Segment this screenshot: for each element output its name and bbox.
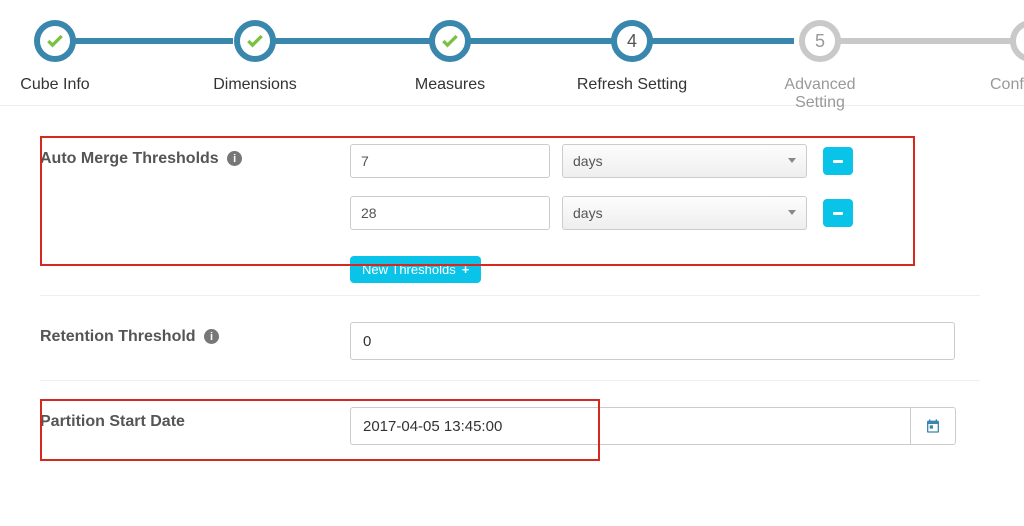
calendar-button[interactable]: [910, 407, 956, 445]
threshold-value-input[interactable]: [350, 144, 550, 178]
label-text: Retention Threshold: [40, 328, 196, 345]
section-retention: Retention Threshold i: [40, 314, 1024, 368]
new-thresholds-button[interactable]: New Thresholds +: [350, 256, 481, 283]
info-icon[interactable]: i: [204, 329, 219, 344]
retention-input[interactable]: [350, 322, 955, 360]
auto-merge-body: days days: [350, 144, 1024, 248]
threshold-row: days: [350, 144, 1024, 178]
partition-date-row: [350, 407, 1024, 445]
section-partition: Partition Start Date: [40, 399, 1024, 465]
step-label: Refresh Setting: [572, 76, 692, 94]
step-number: [1010, 20, 1024, 62]
minus-icon: [833, 160, 843, 163]
step-number: 4: [611, 20, 653, 62]
info-icon[interactable]: i: [227, 151, 242, 166]
partition-date-input[interactable]: [350, 407, 910, 445]
check-icon: [34, 20, 76, 62]
plus-icon: +: [462, 262, 470, 277]
threshold-unit-select[interactable]: days: [562, 144, 807, 178]
step-cube-info[interactable]: Cube Info: [0, 20, 115, 94]
step-label: Configuration: [990, 76, 1024, 94]
form-content: Auto Merge Thresholds i days days: [0, 136, 1024, 465]
step-label: Dimensions: [195, 76, 315, 94]
calendar-icon: [925, 418, 941, 434]
divider: [40, 295, 980, 296]
check-icon: [429, 20, 471, 62]
section-auto-merge: Auto Merge Thresholds i days days: [40, 136, 1024, 256]
step-label: Measures: [390, 76, 510, 94]
check-icon: [234, 20, 276, 62]
button-label: New Thresholds: [362, 262, 456, 277]
divider: [40, 380, 980, 381]
threshold-row: days: [350, 196, 1024, 230]
step-measures[interactable]: Measures: [390, 20, 510, 94]
step-number: 5: [799, 20, 841, 62]
select-value: days: [573, 153, 603, 169]
step-advanced-setting[interactable]: 5 Advanced Setting: [760, 20, 880, 112]
threshold-unit-select[interactable]: days: [562, 196, 807, 230]
label-text: Auto Merge Thresholds: [40, 150, 219, 167]
auto-merge-label: Auto Merge Thresholds i: [40, 144, 350, 168]
step-dimensions[interactable]: Dimensions: [195, 20, 315, 94]
select-value: days: [573, 205, 603, 221]
partition-label: Partition Start Date: [40, 407, 350, 431]
wizard-stepper: Cube Info Dimensions Measures 4 Refresh …: [0, 0, 1024, 105]
step-label: Advanced Setting: [760, 76, 880, 112]
remove-threshold-button[interactable]: [823, 199, 853, 227]
step-refresh-setting[interactable]: 4 Refresh Setting: [572, 20, 692, 94]
retention-label: Retention Threshold i: [40, 322, 350, 346]
step-configuration[interactable]: Configuration: [920, 20, 1024, 94]
chevron-down-icon: [788, 210, 796, 215]
remove-threshold-button[interactable]: [823, 147, 853, 175]
minus-icon: [833, 212, 843, 215]
threshold-value-input[interactable]: [350, 196, 550, 230]
chevron-down-icon: [788, 158, 796, 163]
step-label: Cube Info: [0, 76, 115, 94]
